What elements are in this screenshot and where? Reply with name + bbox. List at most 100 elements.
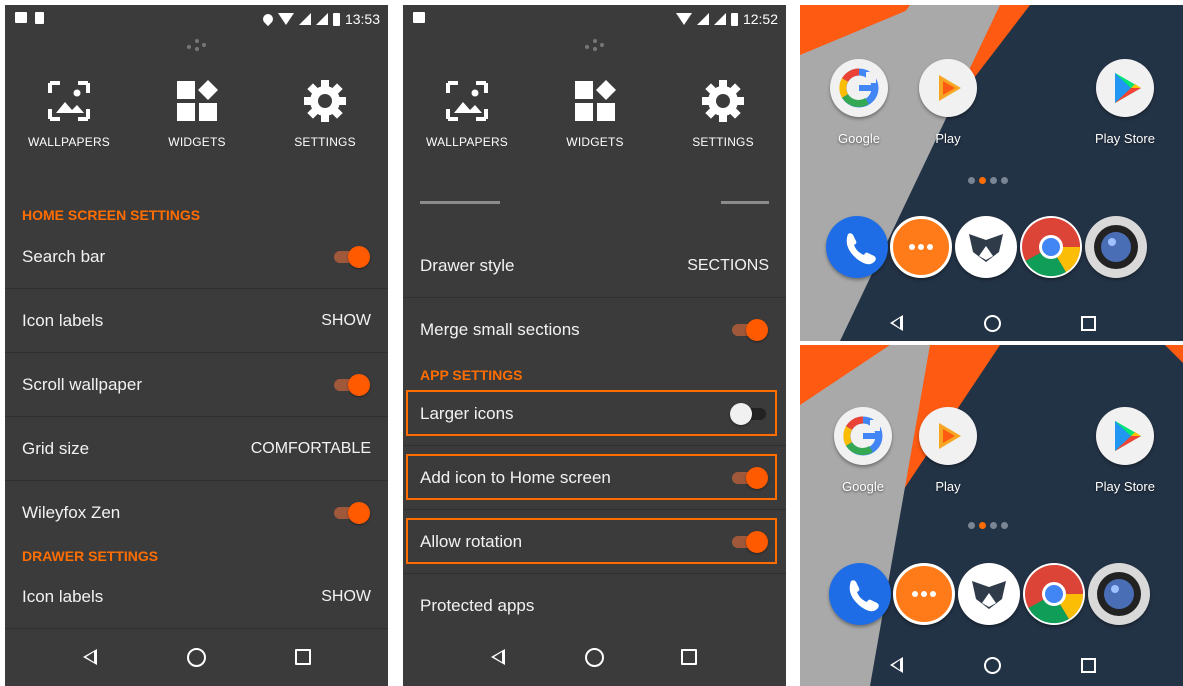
highlight-allow-rotation	[406, 518, 777, 564]
gear-icon	[702, 80, 744, 122]
drag-handle-icon[interactable]	[186, 39, 207, 53]
dock-wileyfox[interactable]	[954, 563, 1024, 625]
dock-camera[interactable]	[1081, 216, 1151, 278]
settings-button[interactable]: SETTINGS	[265, 75, 385, 149]
scroll-wallpaper-toggle[interactable]	[334, 373, 370, 396]
wallpaper-background	[800, 5, 1183, 341]
wallpapers-label: WALLPAPERS	[27, 135, 111, 149]
search-bar-toggle[interactable]	[334, 245, 370, 268]
row-drawer-icon-labels[interactable]: Icon labels SHOW	[5, 565, 388, 629]
dock-camera[interactable]	[1084, 563, 1154, 625]
section-app-settings: APP SETTINGS	[420, 367, 523, 383]
row-icon-labels[interactable]: Icon labels SHOW	[5, 289, 388, 353]
dock-messaging[interactable]	[886, 216, 956, 278]
section-drawer-settings: DRAWER SETTINGS	[22, 548, 159, 564]
row-wileyfox-zen[interactable]: Wileyfox Zen	[5, 481, 388, 544]
settings-label: SETTINGS	[294, 135, 356, 149]
widgets-icon	[177, 80, 218, 121]
wifi-icon	[277, 13, 294, 25]
page-indicator	[968, 522, 1008, 529]
wallpaper-icon	[446, 81, 488, 121]
drag-handle-icon[interactable]	[584, 39, 605, 53]
battery-icon	[332, 12, 340, 26]
play-games-icon	[939, 423, 961, 449]
recents-icon[interactable]	[295, 649, 311, 665]
dock-messaging[interactable]	[889, 563, 959, 625]
camera-icon	[1094, 225, 1138, 269]
app-play[interactable]: Play	[913, 407, 983, 494]
navigation-bar	[5, 630, 388, 686]
app-google[interactable]: Google	[824, 59, 894, 146]
wallpaper-background	[800, 345, 1183, 686]
recents-icon[interactable]	[681, 649, 697, 665]
navigation-bar	[800, 303, 1183, 341]
home-screen-2: Google Play Play Store	[800, 345, 1183, 686]
home-icon[interactable]	[984, 315, 1001, 332]
image-notification-icon	[15, 12, 27, 23]
settings-button[interactable]: SETTINGS	[663, 75, 783, 149]
wallpapers-label: WALLPAPERS	[425, 135, 509, 149]
back-icon[interactable]	[491, 649, 505, 665]
settings-screen-2: 12:52 WALLPAPERS WIDGETS SETTINGS Drawer…	[403, 5, 786, 686]
wallpapers-button[interactable]: WALLPAPERS	[407, 75, 527, 149]
home-icon[interactable]	[984, 657, 1001, 674]
home-screen-1: Google Play Play Store	[800, 5, 1183, 341]
gear-icon	[304, 80, 346, 122]
home-icon[interactable]	[187, 648, 206, 667]
row-grid-size[interactable]: Grid size COMFORTABLE	[5, 417, 388, 481]
camera-icon	[1097, 572, 1141, 616]
navigation-bar	[403, 630, 786, 686]
back-icon[interactable]	[890, 315, 903, 331]
app-google[interactable]: Google	[828, 407, 898, 494]
merge-small-sections-toggle[interactable]	[732, 318, 768, 341]
location-icon	[260, 11, 276, 27]
row-protected-apps[interactable]: Protected apps	[403, 574, 786, 637]
image-notification-icon	[413, 12, 425, 23]
widgets-button[interactable]: WIDGETS	[535, 75, 655, 149]
dock-chrome[interactable]	[1019, 563, 1089, 625]
row-scroll-wallpaper[interactable]: Scroll wallpaper	[5, 353, 388, 417]
play-store-icon	[1115, 421, 1141, 451]
back-icon[interactable]	[83, 649, 97, 665]
dock-chrome[interactable]	[1016, 216, 1086, 278]
chrome-icon	[1022, 218, 1081, 277]
widgets-button[interactable]: WIDGETS	[137, 75, 257, 149]
message-icon	[909, 244, 933, 250]
google-icon	[839, 68, 879, 108]
sd-card-icon	[35, 12, 44, 24]
wifi-icon	[675, 13, 692, 25]
phone-icon	[849, 580, 879, 612]
battery-icon	[730, 12, 738, 26]
signal-icon-2	[713, 13, 726, 25]
app-play[interactable]: Play	[913, 59, 983, 146]
highlight-larger-icons	[406, 390, 777, 436]
widgets-icon	[575, 80, 616, 121]
recents-icon[interactable]	[1081, 658, 1096, 673]
wallpapers-button[interactable]: WALLPAPERS	[9, 75, 129, 149]
app-play-store[interactable]: Play Store	[1090, 59, 1160, 146]
back-icon[interactable]	[890, 657, 903, 673]
navigation-bar	[800, 645, 1183, 685]
recents-icon[interactable]	[1081, 316, 1096, 331]
widgets-label: WIDGETS	[566, 135, 624, 149]
play-store-icon	[1115, 73, 1141, 103]
settings-label: SETTINGS	[692, 135, 754, 149]
home-icon[interactable]	[585, 648, 604, 667]
dock-wileyfox[interactable]	[951, 216, 1021, 278]
scrolled-off-row	[403, 195, 786, 207]
play-games-icon	[939, 75, 961, 101]
dock-phone[interactable]	[825, 563, 895, 625]
signal-icon	[298, 13, 311, 25]
status-bar: 12:52	[403, 5, 786, 35]
dock-phone[interactable]	[822, 216, 892, 278]
signal-icon	[696, 13, 709, 25]
wileyfox-zen-toggle[interactable]	[334, 501, 370, 524]
highlight-add-icon	[406, 454, 777, 500]
row-drawer-style[interactable]: Drawer style SECTIONS	[403, 234, 786, 298]
app-play-store[interactable]: Play Store	[1090, 407, 1160, 494]
row-merge-small-sections[interactable]: Merge small sections	[403, 298, 786, 361]
status-time: 12:52	[742, 11, 778, 27]
chrome-icon	[1025, 565, 1084, 624]
row-search-bar[interactable]: Search bar	[5, 225, 388, 289]
status-time: 13:53	[344, 11, 380, 27]
